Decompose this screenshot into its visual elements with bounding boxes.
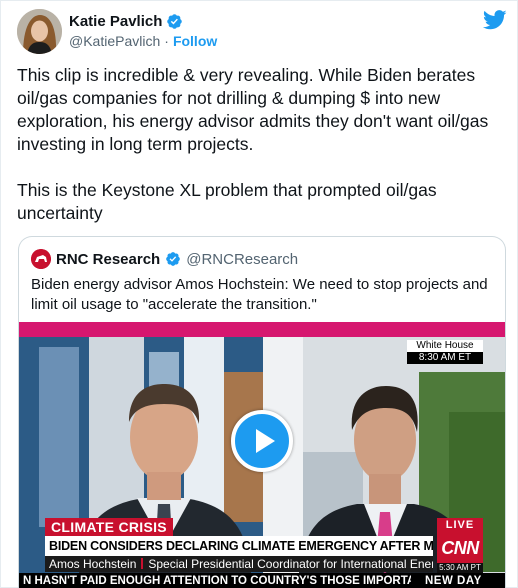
network-time: 5:30 AM PT xyxy=(437,563,483,573)
live-badge: LIVE xyxy=(437,518,483,533)
quoted-text: Biden energy advisor Amos Hochstein: We … xyxy=(31,276,488,313)
chyron-headline: BIDEN CONSIDERS DECLARING CLIMATE EMERGE… xyxy=(45,536,433,556)
news-ticker: N HASN'T PAID ENOUGH ATTENTION TO COUNTR… xyxy=(19,573,505,588)
author-info: Katie Pavlich @KatiePavlich · Follow xyxy=(69,13,217,49)
chyron-separator xyxy=(141,558,144,569)
network-logo: CNN xyxy=(437,533,483,563)
separator-dot: · xyxy=(164,33,169,49)
chyron-speaker: Amos Hochstein Special Presidential Coord… xyxy=(45,556,433,572)
location-time: 8:30 AM ET xyxy=(407,352,483,364)
twitter-bird-icon[interactable] xyxy=(483,9,507,31)
speaker-title: Special Presidential Coordinator for Int… xyxy=(148,557,433,571)
quoted-avatar xyxy=(31,249,51,269)
video-player[interactable]: White House 8:30 AM ET CLIMATE CRISIS BI… xyxy=(19,322,505,588)
quoted-author-handle[interactable]: @RNCResearch xyxy=(186,251,298,268)
tweet-header: Katie Pavlich @KatiePavlich · Follow xyxy=(17,9,507,55)
quoted-tweet[interactable]: RNC Research @RNCResearch Biden energy a… xyxy=(18,236,506,588)
quoted-header: RNC Research @RNCResearch xyxy=(31,249,298,269)
play-button[interactable] xyxy=(231,410,293,472)
author-name[interactable]: Katie Pavlich xyxy=(69,13,162,30)
verified-badge-icon xyxy=(167,14,183,29)
ticker-text: N HASN'T PAID ENOUGH ATTENTION TO COUNTR… xyxy=(23,575,411,587)
author-avatar[interactable] xyxy=(17,9,62,54)
embedded-tweet: Katie Pavlich @KatiePavlich · Follow Thi… xyxy=(0,0,518,588)
video-top-bar xyxy=(19,322,505,337)
chyron-tag: CLIMATE CRISIS xyxy=(45,518,173,536)
location-label: White House xyxy=(416,340,474,351)
quoted-author-name[interactable]: RNC Research xyxy=(56,251,160,268)
play-icon xyxy=(256,429,275,453)
show-name: NEW DAY xyxy=(417,573,505,588)
follow-button[interactable]: Follow xyxy=(173,33,217,49)
verified-badge-icon xyxy=(166,252,181,266)
tweet-text: This clip is incredible & very revealing… xyxy=(17,65,489,223)
speaker-name: Amos Hochstein xyxy=(49,557,137,571)
author-handle[interactable]: @KatiePavlich xyxy=(69,33,160,49)
